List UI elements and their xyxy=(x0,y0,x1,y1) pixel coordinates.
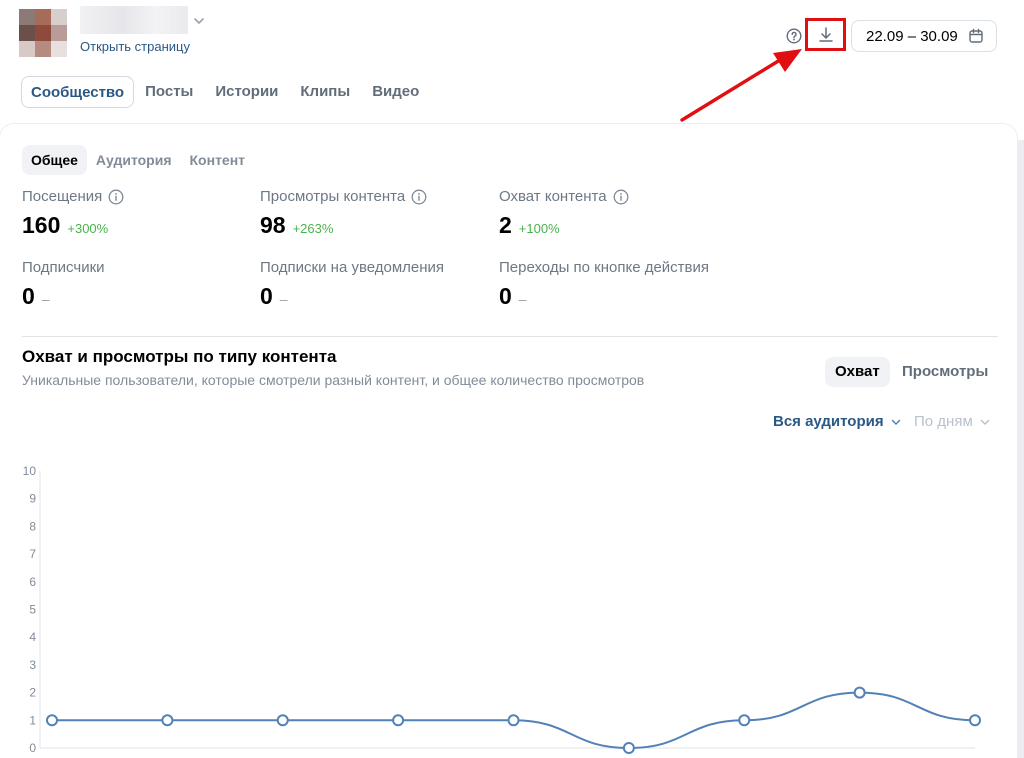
metric-delta: – xyxy=(518,291,527,307)
metric-subscribers: Подписчики 0– xyxy=(22,259,105,310)
tab-posts[interactable]: Посты xyxy=(134,76,204,108)
date-range-label: 22.09 – 30.09 xyxy=(866,27,958,45)
y-tick-label: 10 xyxy=(23,464,37,478)
metric-delta: – xyxy=(279,291,288,307)
annotation-arrow xyxy=(680,49,802,122)
data-point xyxy=(969,714,981,727)
metric-notification-subs: Подписки на уведомления 0– xyxy=(260,259,444,310)
y-tick-label: 3 xyxy=(29,658,36,672)
metric-value: 0 xyxy=(22,283,35,309)
period-filter-label: По дням xyxy=(914,413,973,430)
chevron-down-icon[interactable] xyxy=(192,14,206,28)
metric-delta: +300% xyxy=(67,221,109,236)
metric-value: 160 xyxy=(22,212,61,238)
metric-value: 0 xyxy=(499,283,512,309)
tab-stories[interactable]: Истории xyxy=(204,76,289,108)
metric-value: 98 xyxy=(260,212,286,238)
avatar[interactable] xyxy=(19,9,67,57)
metric-delta: +263% xyxy=(292,221,334,236)
y-tick-label: 0 xyxy=(29,741,36,755)
period-filter[interactable]: По дням xyxy=(914,413,991,430)
metric-label: Охват контента xyxy=(499,188,607,205)
y-tick-label: 8 xyxy=(29,519,36,533)
info-icon[interactable] xyxy=(411,189,427,205)
metric-label: Просмотры контента xyxy=(260,188,406,205)
community-name-blurred xyxy=(80,6,188,34)
data-point xyxy=(507,714,520,727)
info-icon[interactable] xyxy=(613,189,629,205)
chart-title: Охват и просмотры по типу контента xyxy=(22,347,337,366)
metric-label: Подписки на уведомления xyxy=(260,259,445,276)
data-point xyxy=(46,714,58,727)
data-point xyxy=(738,714,751,727)
open-page-link[interactable]: Открыть страницу xyxy=(80,39,190,54)
metric-label: Подписчики xyxy=(22,259,105,276)
subtab-audience[interactable]: Аудитория xyxy=(87,145,181,175)
y-tick-label: 7 xyxy=(29,547,36,561)
y-tick-label: 4 xyxy=(29,630,36,644)
metric-content-views: Просмотры контента 98 +263% xyxy=(260,188,427,239)
subtab-general[interactable]: Общее xyxy=(22,145,87,175)
date-range-button[interactable]: 22.09 – 30.09 xyxy=(851,20,997,52)
metric-value: 2 xyxy=(499,212,512,238)
metric-value: 0 xyxy=(260,283,273,309)
page-header: Открыть страницу 22.09 – 30.09 Сообществ… xyxy=(0,0,1024,140)
segment-reach[interactable]: Охват xyxy=(825,357,890,387)
sub-tabs: Общее Аудитория Контент xyxy=(22,145,254,175)
metric-label: Посещения xyxy=(22,188,103,205)
info-icon[interactable] xyxy=(108,189,124,205)
audience-filter-label: Вся аудитория xyxy=(773,413,884,430)
chevron-down-icon xyxy=(891,419,900,425)
help-icon[interactable] xyxy=(786,28,802,44)
metric-label: Переходы по кнопке действия xyxy=(499,259,710,276)
metric-delta: – xyxy=(41,291,50,307)
tab-video[interactable]: Видео xyxy=(361,76,430,108)
data-point xyxy=(161,714,174,727)
audience-filter[interactable]: Вся аудитория xyxy=(773,413,902,430)
calendar-icon xyxy=(969,28,983,43)
data-point xyxy=(276,714,289,727)
metric-delta: +100% xyxy=(518,221,560,236)
download-icon xyxy=(819,27,833,42)
main-tabs: Сообщество Посты Истории Клипы Видео xyxy=(21,76,430,108)
tab-clips[interactable]: Клипы xyxy=(289,76,361,108)
data-point xyxy=(853,686,866,699)
y-tick-label: 9 xyxy=(29,492,36,506)
metric-visits: Посещения 160 +300% xyxy=(22,188,124,239)
divider xyxy=(22,336,998,337)
y-tick-label: 6 xyxy=(29,575,36,589)
data-point xyxy=(622,742,635,754)
chevron-down-icon xyxy=(980,419,990,425)
segment-views[interactable]: Просмотры xyxy=(892,357,998,387)
reach-line-chart: 0 1 2 3 4 5 6 7 8 9 10 xyxy=(23,464,981,755)
y-tick-label: 1 xyxy=(29,713,36,727)
subtab-content[interactable]: Контент xyxy=(181,145,255,175)
download-button[interactable] xyxy=(805,18,846,51)
data-point xyxy=(392,714,405,727)
y-tick-label: 2 xyxy=(29,686,36,700)
metric-content-reach: Охват контента 2 +100% xyxy=(499,188,629,239)
y-tick-label: 5 xyxy=(29,603,36,617)
chart-subtitle: Уникальные пользователи, которые смотрел… xyxy=(22,372,645,388)
stats-card: Общее Аудитория Контент Посещения 160 +30… xyxy=(0,124,1017,758)
metric-action-button-clicks: Переходы по кнопке действия 0– xyxy=(499,259,709,310)
tab-community[interactable]: Сообщество xyxy=(21,76,135,108)
